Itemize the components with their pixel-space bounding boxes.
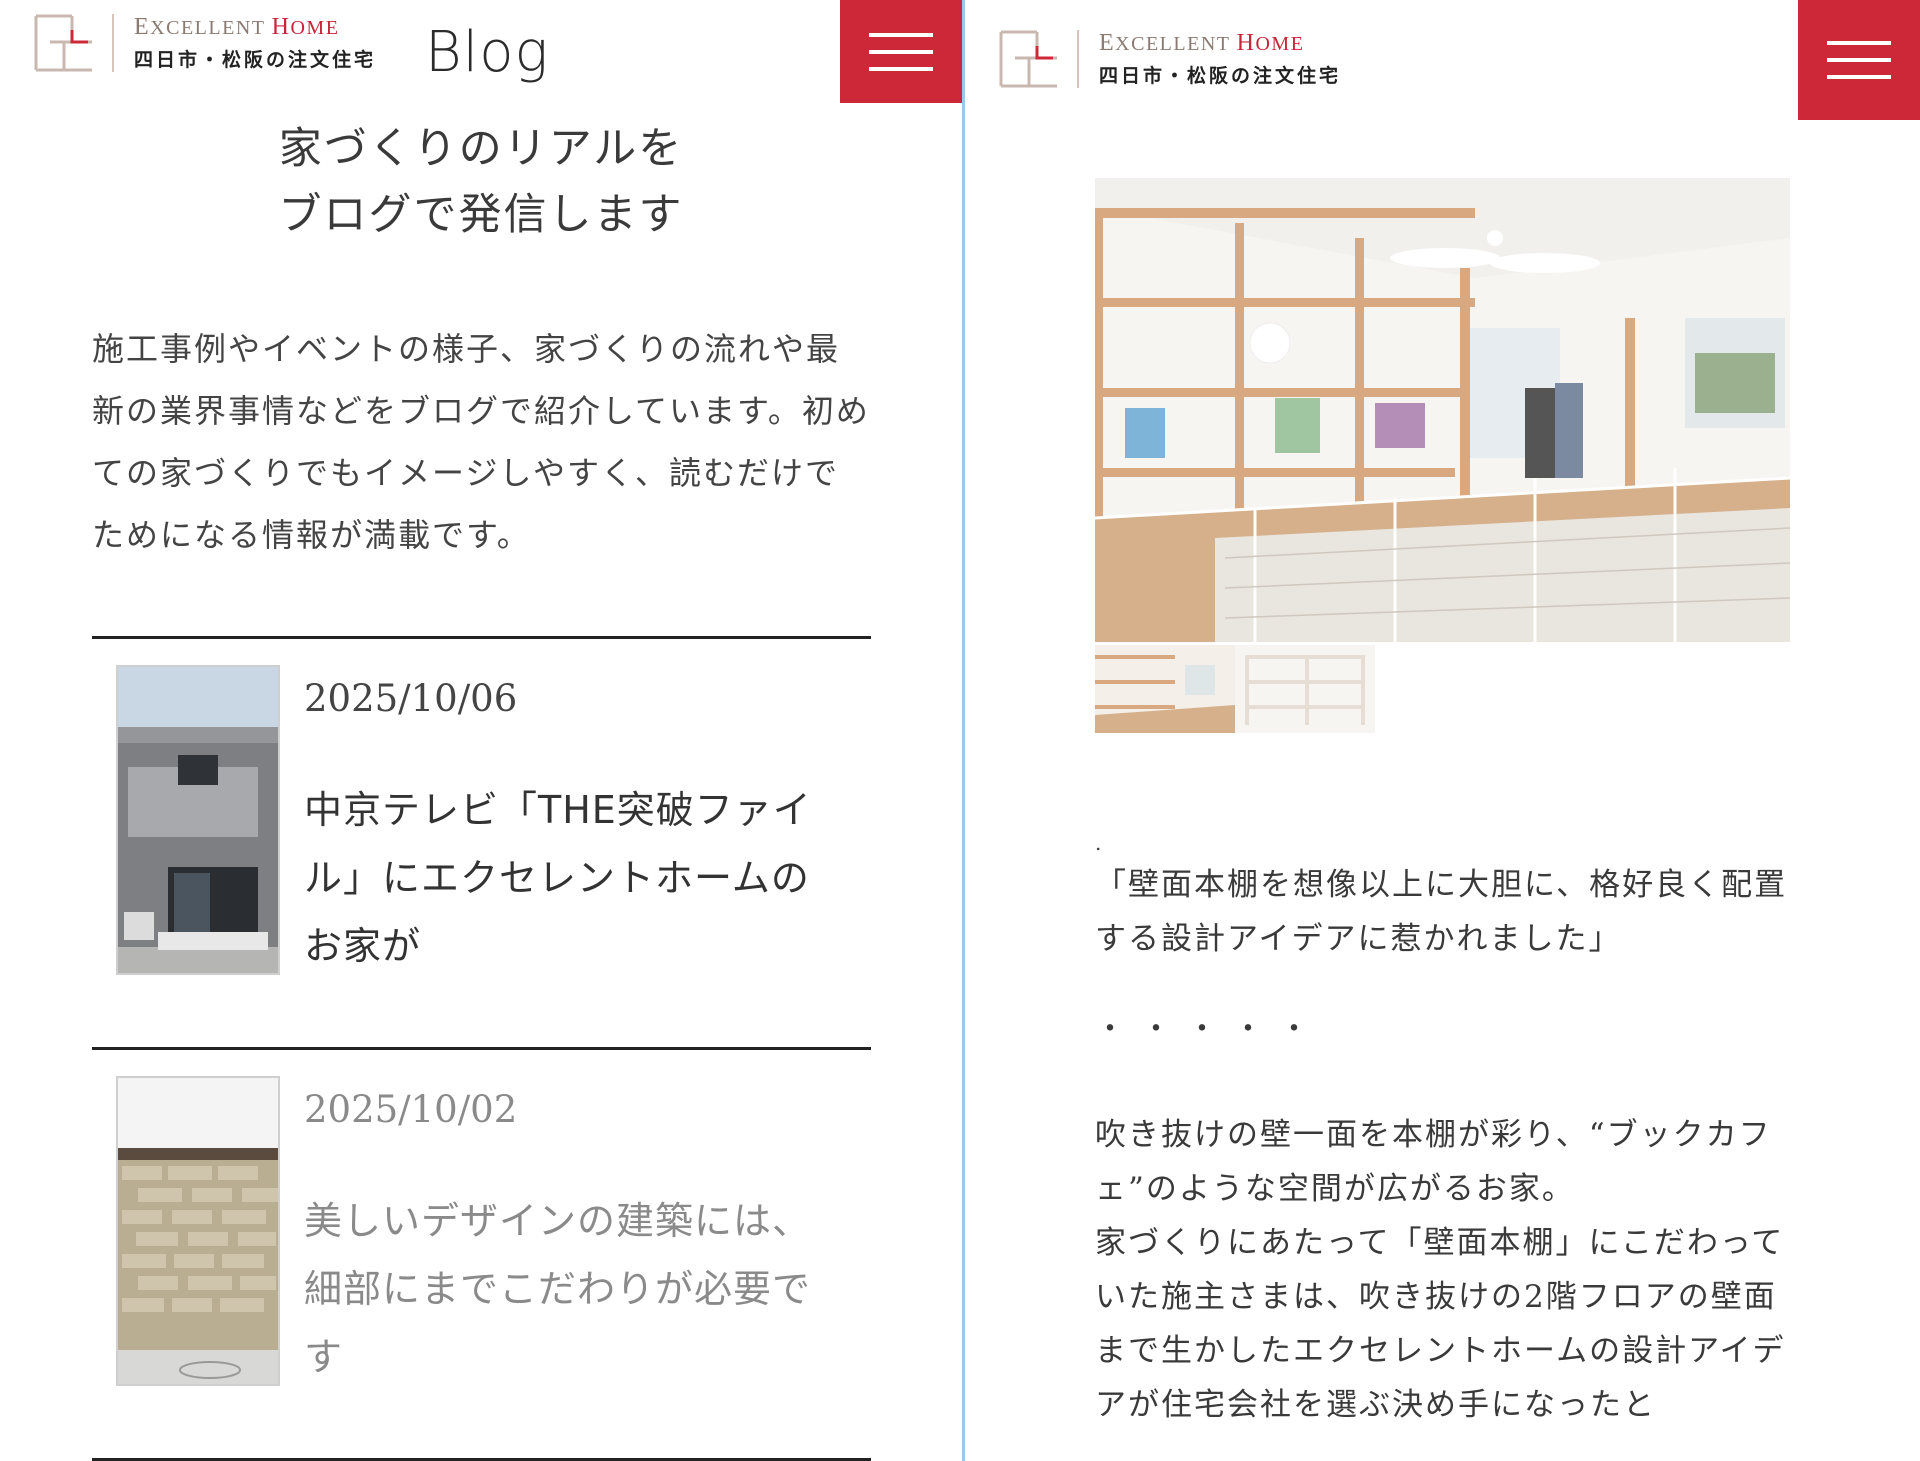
brand-tagline: 四日市・松阪の注文住宅: [134, 48, 377, 71]
logo-text: EXCELLENT HOME 四日市・松阪の注文住宅: [134, 15, 376, 72]
article-body: . 「壁面本棚を想像以上に大胆に、格好良く配置する設計アイデアに惹かれました」 …: [1095, 828, 1795, 1432]
menu-bar-icon: [1827, 75, 1891, 79]
brand-name: EXCELLENT HOME: [1099, 29, 1305, 56]
article-paragraph: 吹き抜けの壁一面を本棚が彩り、“ブックカフェ”のような空間が広がるお家。 家づく…: [1095, 1117, 1786, 1423]
hamburger-menu-button[interactable]: [840, 0, 962, 103]
gallery-thumb[interactable]: [1095, 645, 1235, 733]
article-quote: 「壁面本棚を想像以上に大胆に、格好良く配置する設計アイデアに惹かれました」: [1095, 867, 1788, 957]
brick-wall-photo-icon: [116, 1076, 280, 1386]
page-title: Blog: [425, 20, 550, 85]
logo-divider: [112, 14, 114, 72]
gallery-thumbnails: [1095, 645, 1375, 733]
article-separator: ・・・・・: [1095, 1012, 1325, 1047]
post-title[interactable]: 中京テレビ「THE突破ファイル」にエクセレントホームのお家が: [304, 776, 844, 980]
loft-thumb-1-icon: [1095, 645, 1235, 733]
post-title[interactable]: 美しいデザインの建築には、細部にまでこだわりが必要です: [304, 1187, 844, 1391]
brand-tagline: 四日市・松阪の注文住宅: [1099, 64, 1342, 87]
post-date: 2025/10/02: [304, 1088, 518, 1131]
site-logo[interactable]: EXCELLENT HOME 四日市・松阪の注文住宅: [32, 12, 376, 74]
blog-post-item[interactable]: 2025/10/06 中京テレビ「THE突破ファイル」にエクセレントホームのお家…: [92, 639, 871, 1050]
menu-bar-icon: [1827, 41, 1891, 45]
brand-name: EXCELLENT HOME: [134, 13, 340, 40]
menu-bar-icon: [869, 66, 933, 71]
headline-line: ブログで発信します: [278, 190, 684, 240]
blog-post-list: 2025/10/06 中京テレビ「THE突破ファイル」にエクセレントホームのお家…: [92, 636, 871, 1461]
article-dot: .: [1095, 831, 1104, 855]
menu-bar-icon: [869, 49, 933, 54]
menu-bar-icon: [1827, 58, 1891, 62]
logo-mark-icon: [999, 30, 1057, 88]
logo-divider: [1077, 30, 1079, 88]
gray-house-photo-icon: [116, 665, 280, 975]
menu-bar-icon: [869, 32, 933, 37]
logo-text: EXCELLENT HOME 四日市・松阪の注文住宅: [1099, 31, 1341, 88]
hamburger-menu-button[interactable]: [1798, 0, 1920, 120]
site-logo[interactable]: EXCELLENT HOME 四日市・松阪の注文住宅: [997, 28, 1341, 90]
post-date: 2025/10/06: [304, 677, 518, 720]
logo-mark-icon: [34, 14, 92, 72]
section-headline: 家づくりのリアルを ブログで発信します: [0, 116, 962, 248]
blog-list-pane: EXCELLENT HOME 四日市・松阪の注文住宅 Blog 家づくりのリアル…: [0, 0, 962, 1461]
intro-text: 施工事例やイベントの様子、家づくりの流れや最新の業界事情などをブログで紹介してい…: [92, 330, 870, 554]
blog-post-item[interactable]: 2025/10/02 美しいデザインの建築には、細部にまでこだわりが必要です: [92, 1050, 871, 1461]
loft-thumb-2-icon: [1235, 645, 1375, 733]
gallery-thumb[interactable]: [1235, 645, 1375, 733]
bookshelf-loft-photo-icon[interactable]: [1095, 178, 1790, 642]
blog-article-pane: EXCELLENT HOME 四日市・松阪の注文住宅 . 「壁面本棚を想像以上に…: [965, 0, 1920, 1461]
headline-line: 家づくりのリアルを: [278, 124, 684, 174]
